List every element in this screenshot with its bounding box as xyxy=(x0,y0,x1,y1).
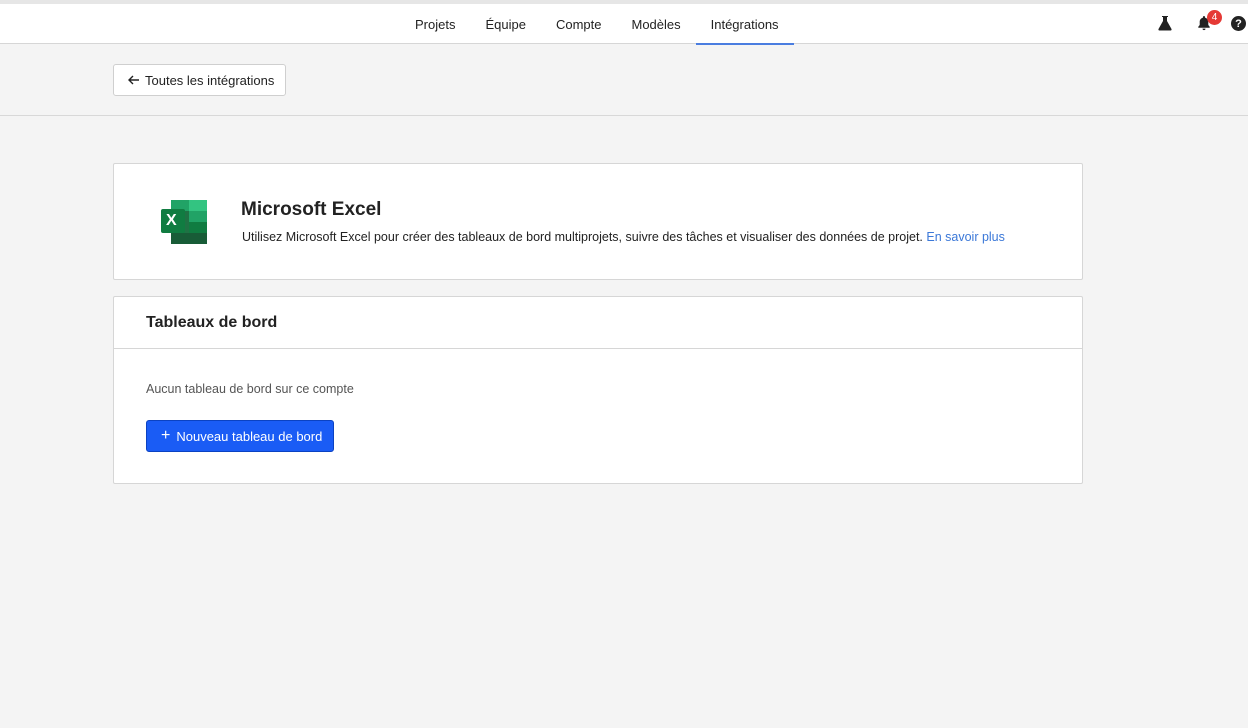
integration-info-card: X Microsoft Excel Utilisez Microsoft Exc… xyxy=(113,163,1083,280)
description-text: Utilisez Microsoft Excel pour créer des … xyxy=(242,230,923,244)
subheader: Toutes les intégrations xyxy=(0,44,1248,116)
tab-integrations[interactable]: Intégrations xyxy=(695,4,794,45)
tab-projets[interactable]: Projets xyxy=(400,4,470,44)
tab-modeles[interactable]: Modèles xyxy=(616,4,695,44)
help-icon[interactable]: ? xyxy=(1231,16,1246,31)
top-navigation-bar: Projets Équipe Compte Modèles Intégratio… xyxy=(0,0,1248,45)
tab-equipe[interactable]: Équipe xyxy=(470,4,540,44)
notification-badge: 4 xyxy=(1207,10,1222,25)
empty-state-text: Aucun tableau de bord sur ce compte xyxy=(146,382,354,396)
dashboards-card: Tableaux de bord Aucun tableau de bord s… xyxy=(113,296,1083,484)
integration-description: Utilisez Microsoft Excel pour créer des … xyxy=(242,230,1005,244)
dashboards-heading: Tableaux de bord xyxy=(114,297,1082,349)
main-nav: Projets Équipe Compte Modèles Intégratio… xyxy=(400,4,794,45)
integration-title: Microsoft Excel xyxy=(241,199,382,220)
plus-icon: + xyxy=(161,427,171,444)
excel-logo-letter: X xyxy=(166,212,177,229)
tab-compte[interactable]: Compte xyxy=(541,4,617,44)
new-dashboard-label: Nouveau tableau de bord xyxy=(176,428,323,444)
learn-more-link[interactable]: En savoir plus xyxy=(926,230,1005,244)
flask-icon[interactable] xyxy=(1158,15,1172,31)
back-button-label: Toutes les intégrations xyxy=(145,72,275,88)
arrow-left-icon xyxy=(128,73,139,88)
new-dashboard-button[interactable]: + Nouveau tableau de bord xyxy=(146,420,334,452)
excel-logo-icon: X xyxy=(159,198,209,246)
back-to-integrations-button[interactable]: Toutes les intégrations xyxy=(113,64,286,96)
